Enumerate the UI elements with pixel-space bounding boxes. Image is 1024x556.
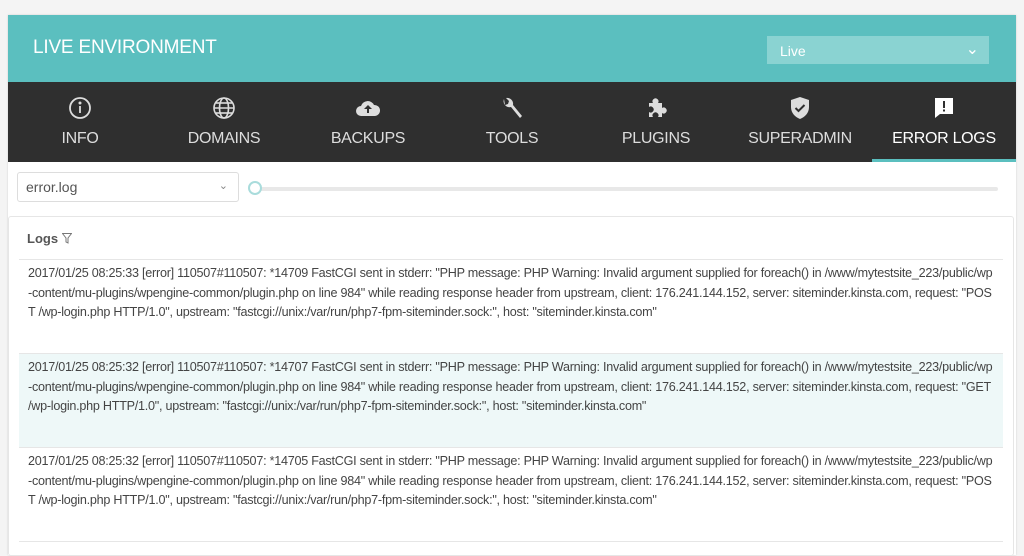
log-file-select[interactable]: error.log ⌄	[17, 172, 239, 202]
slider-thumb[interactable]	[248, 181, 262, 195]
logs-card: Logs 2017/01/25 08:25:33 [error] 110507#…	[8, 216, 1014, 556]
environment-panel: LIVE ENVIRONMENT Live ⌄ INFO DOMAINS BAC…	[8, 15, 1016, 556]
tab-tools[interactable]: TOOLS	[440, 82, 584, 162]
nav-tabs: INFO DOMAINS BACKUPS TOOLS PLUGINS SUPER…	[8, 82, 1016, 162]
logs-title: Logs	[27, 231, 59, 246]
wrench-icon	[440, 96, 584, 120]
info-icon	[8, 96, 152, 120]
shield-check-icon	[728, 96, 872, 120]
tab-label: PLUGINS	[621, 130, 691, 147]
log-entry: 2017/01/25 08:25:32 [error] 110507#11050…	[19, 354, 1003, 448]
tab-label: ERROR LOGS	[892, 130, 996, 147]
log-slider[interactable]	[248, 181, 998, 195]
tab-info[interactable]: INFO	[8, 82, 152, 162]
puzzle-icon	[584, 96, 728, 120]
environment-select-value: Live	[780, 43, 806, 59]
alert-message-icon	[872, 96, 1016, 120]
logs-header: Logs	[27, 231, 73, 246]
chevron-down-icon: ⌄	[965, 41, 979, 58]
tab-backups[interactable]: BACKUPS	[296, 82, 440, 162]
tab-error-logs[interactable]: ERROR LOGS	[872, 82, 1016, 162]
log-list: 2017/01/25 08:25:33 [error] 110507#11050…	[19, 259, 1003, 542]
globe-icon	[152, 96, 296, 120]
tab-superadmin[interactable]: SUPERADMIN	[728, 82, 872, 162]
page-title: LIVE ENVIRONMENT	[33, 37, 217, 58]
filter-icon[interactable]	[61, 233, 73, 244]
header: LIVE ENVIRONMENT Live ⌄	[8, 15, 1016, 82]
tab-label: BACKUPS	[330, 130, 406, 147]
tab-domains[interactable]: DOMAINS	[152, 82, 296, 162]
cloud-upload-icon	[296, 96, 440, 120]
tab-label: DOMAINS	[187, 130, 261, 147]
environment-select[interactable]: Live ⌄	[767, 36, 989, 64]
tab-label: INFO	[61, 130, 99, 147]
slider-track	[254, 187, 998, 191]
log-entry: 2017/01/25 08:25:32 [error] 110507#11050…	[19, 448, 1003, 542]
chevron-down-icon: ⌄	[218, 180, 228, 192]
log-entry: 2017/01/25 08:25:33 [error] 110507#11050…	[19, 260, 1003, 354]
tab-label: TOOLS	[485, 130, 539, 147]
tab-label: SUPERADMIN	[748, 130, 852, 147]
log-file-select-value: error.log	[26, 179, 78, 195]
tab-plugins[interactable]: PLUGINS	[584, 82, 728, 162]
